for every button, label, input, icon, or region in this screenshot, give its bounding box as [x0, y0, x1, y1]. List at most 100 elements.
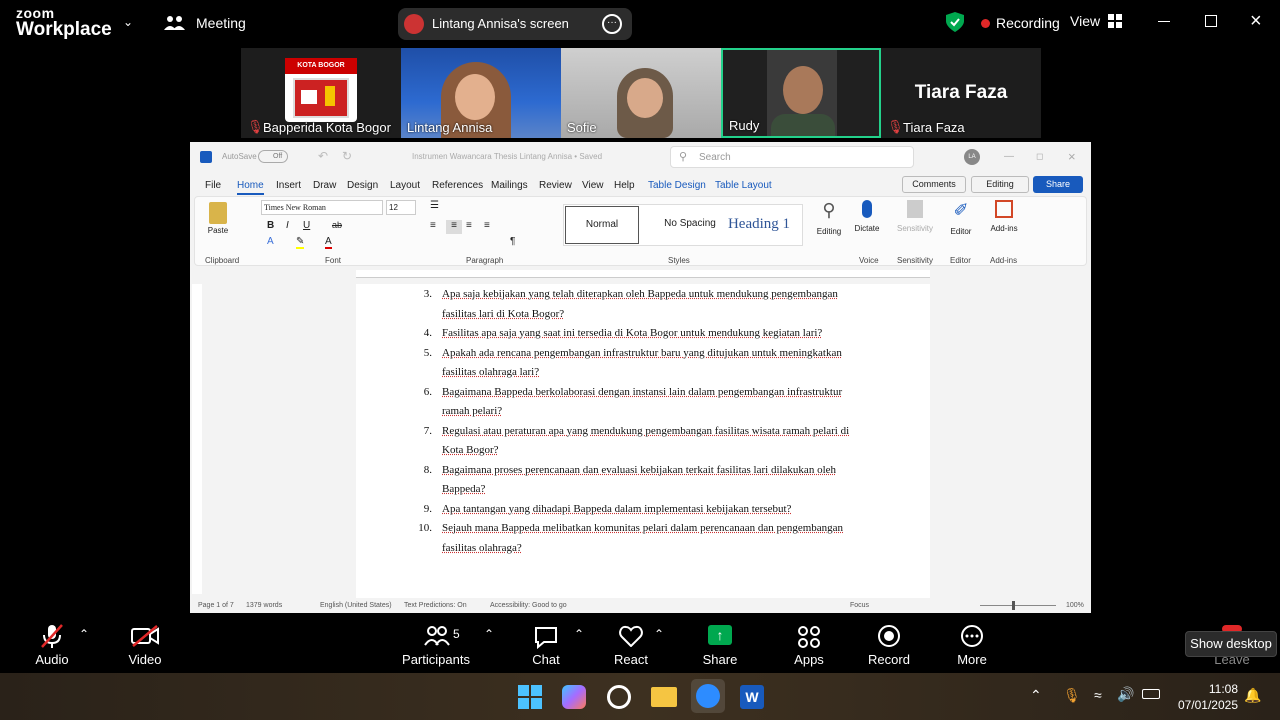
- editing-mode-button[interactable]: Editing: [971, 176, 1029, 193]
- close-icon[interactable]: ×: [1068, 149, 1076, 164]
- react-button[interactable]: React: [607, 613, 655, 673]
- sensitivity-button[interactable]: Sensitivity: [894, 200, 936, 236]
- align-left-icon[interactable]: ≡: [430, 220, 436, 231]
- participant-tile-bapperida[interactable]: KOTA BOGOR 🎙 Bapperida Kota Bogor: [241, 48, 401, 138]
- question-text-line[interactable]: ramah pelari?: [442, 405, 502, 417]
- zoom-slider-thumb[interactable]: [1012, 601, 1015, 610]
- notification-icon[interactable]: 🔔: [1244, 687, 1261, 704]
- record-button[interactable]: Record: [865, 613, 913, 673]
- chat-chevron-icon[interactable]: ⌃: [574, 627, 584, 641]
- bold-icon[interactable]: B: [267, 220, 274, 231]
- editing-button[interactable]: ⚲ Editing: [812, 200, 846, 239]
- participant-tile-sofie[interactable]: Sofie: [561, 48, 721, 138]
- doc-title[interactable]: Instrumen Wawancara Thesis Lintang Annis…: [412, 152, 602, 161]
- focus-button[interactable]: Focus: [850, 602, 869, 609]
- tab-file[interactable]: File: [205, 180, 221, 191]
- text-predictions-status[interactable]: Text Predictions: On: [404, 602, 467, 609]
- word-taskbar-icon[interactable]: W: [740, 685, 764, 709]
- question-text-line[interactable]: fasilitas olahraga?: [442, 542, 522, 554]
- share-screen-button[interactable]: ↑ Share: [696, 613, 744, 673]
- more-options-icon[interactable]: ···: [602, 14, 622, 34]
- tab-table-layout[interactable]: Table Layout: [715, 180, 772, 191]
- comments-button[interactable]: Comments: [902, 176, 966, 193]
- tab-mailings[interactable]: Mailings: [491, 180, 528, 191]
- bullets-icon[interactable]: ☰: [430, 200, 439, 211]
- copilot-icon[interactable]: [562, 685, 586, 709]
- paste-button[interactable]: Paste: [206, 202, 230, 236]
- font-size-select[interactable]: 12: [386, 200, 416, 215]
- font-name-select[interactable]: Times New Roman: [261, 200, 383, 215]
- tray-chevron-icon[interactable]: ⌃: [1030, 687, 1042, 704]
- react-chevron-icon[interactable]: ⌃: [654, 627, 664, 641]
- question-text-line[interactable]: fasilitas olahraga lari?: [442, 366, 539, 378]
- question-text-line[interactable]: Regulasi atau peraturan apa yang menduku…: [442, 425, 849, 437]
- style-normal[interactable]: Normal: [565, 206, 639, 244]
- text-effects-icon[interactable]: A: [267, 236, 274, 247]
- page-count[interactable]: Page 1 of 7: [198, 602, 234, 609]
- question-text-line[interactable]: Sejauh mana Bappeda melibatkan komunitas…: [442, 522, 843, 534]
- addins-button[interactable]: Add-ins: [986, 200, 1022, 236]
- align-center-icon[interactable]: ≡: [446, 220, 462, 234]
- tab-table-design[interactable]: Table Design: [648, 180, 706, 191]
- chevron-down-icon[interactable]: ⌄: [123, 15, 133, 29]
- align-right-icon[interactable]: ≡: [466, 220, 472, 231]
- view-button[interactable]: View: [1070, 13, 1123, 29]
- participants-button[interactable]: 5 Participants: [400, 613, 472, 673]
- question-text-line[interactable]: Bagaimana proses perencanaan dan evaluas…: [442, 464, 836, 476]
- editor-button[interactable]: ✐ Editor: [945, 200, 977, 239]
- tab-layout[interactable]: Layout: [390, 180, 420, 191]
- language-status[interactable]: English (United States): [320, 602, 392, 609]
- question-text-line[interactable]: Kota Bogor?: [442, 444, 499, 456]
- audio-options-chevron-icon[interactable]: ⌃: [79, 627, 89, 641]
- dictate-button[interactable]: Dictate: [850, 200, 884, 236]
- audio-button[interactable]: Audio: [28, 613, 76, 673]
- meeting-menu[interactable]: Meeting: [164, 14, 246, 32]
- tab-draw[interactable]: Draw: [313, 180, 336, 191]
- participants-chevron-icon[interactable]: ⌃: [484, 627, 494, 641]
- more-button[interactable]: More: [948, 613, 996, 673]
- mic-in-use-icon[interactable]: 🎙: [1063, 687, 1081, 704]
- file-explorer-icon[interactable]: [651, 687, 677, 707]
- tab-design[interactable]: Design: [347, 180, 378, 191]
- restore-icon[interactable]: ◻: [1036, 151, 1043, 162]
- clock-time[interactable]: 11:08: [1176, 682, 1238, 696]
- tab-review[interactable]: Review: [539, 180, 572, 191]
- restore-icon[interactable]: [1205, 15, 1217, 27]
- battery-icon[interactable]: [1142, 689, 1160, 699]
- redo-icon[interactable]: ↻: [342, 149, 352, 163]
- italic-icon[interactable]: I: [286, 220, 289, 231]
- clock-date[interactable]: 07/01/2025: [1170, 698, 1238, 712]
- style-heading-1[interactable]: Heading 1: [718, 206, 800, 244]
- tab-view[interactable]: View: [582, 180, 604, 191]
- question-text-line[interactable]: Bagaimana Bappeda berkolaborasi dengan i…: [442, 386, 842, 398]
- word-count[interactable]: 1379 words: [246, 602, 282, 609]
- apps-button[interactable]: Apps: [785, 613, 833, 673]
- shield-icon[interactable]: [946, 12, 964, 32]
- question-text-line[interactable]: Fasilitas apa saja yang saat ini tersedi…: [442, 327, 822, 339]
- underline-icon[interactable]: U: [303, 220, 310, 231]
- tab-home[interactable]: Home: [237, 180, 264, 195]
- show-formatting-icon[interactable]: ¶: [510, 236, 515, 247]
- video-button[interactable]: Video: [121, 613, 169, 673]
- question-text-line[interactable]: fasilitas lari di Kota Bogor?: [442, 308, 564, 320]
- participant-tile-lintang[interactable]: Lintang Annisa: [401, 48, 561, 138]
- volume-icon[interactable]: 🔊: [1117, 686, 1134, 703]
- share-doc-button[interactable]: Share: [1033, 176, 1083, 193]
- minimize-icon[interactable]: [1158, 21, 1170, 22]
- question-text-line[interactable]: Bappeda?: [442, 483, 485, 495]
- question-text-line[interactable]: Apakah ada rencana pengembangan infrastr…: [442, 347, 842, 359]
- accessibility-status[interactable]: Accessibility: Good to go: [490, 602, 567, 609]
- strikethrough-icon[interactable]: ab: [332, 220, 342, 230]
- highlight-icon[interactable]: ✎: [296, 236, 305, 249]
- search-box[interactable]: ⚲ Search: [670, 146, 914, 168]
- horizontal-ruler[interactable]: [356, 270, 930, 278]
- screen-share-indicator[interactable]: Lintang Annisa's screen ···: [398, 8, 632, 40]
- tab-insert[interactable]: Insert: [276, 180, 301, 191]
- zoom-slider[interactable]: [980, 605, 1056, 606]
- whatsapp-icon[interactable]: [607, 685, 631, 709]
- close-icon[interactable]: ×: [1250, 10, 1262, 33]
- user-avatar[interactable]: LA: [964, 149, 980, 165]
- zoom-level[interactable]: 100%: [1066, 602, 1084, 609]
- participant-tile-tiara[interactable]: Tiara Faza 🎙 Tiara Faza: [881, 48, 1041, 138]
- document-page[interactable]: 3. Apa saja kebijakan yang telah diterapk…: [356, 284, 930, 613]
